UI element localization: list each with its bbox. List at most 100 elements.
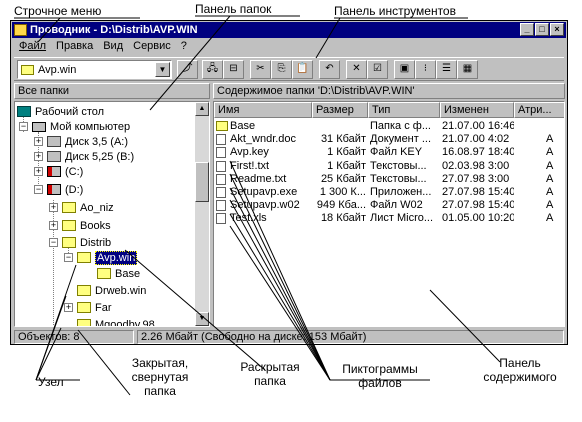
tree-item-ao-niz[interactable]: Ao_niz [62, 200, 114, 215]
tree-item-mgoodby[interactable]: Mgoodby.98 [77, 317, 155, 326]
explorer-icon [14, 24, 27, 36]
delete-button[interactable]: ✕ [346, 60, 367, 79]
cell-name: Readme.txt [230, 172, 287, 185]
hard-drive-icon [47, 184, 61, 195]
scroll-down-arrow-icon[interactable]: ▼ [195, 312, 209, 326]
list-view-button[interactable]: ☰ [436, 60, 457, 79]
undo-button[interactable]: ↶ [319, 60, 340, 79]
menu-bar: Файл Правка Вид Сервис ? [14, 40, 192, 55]
tree-item-drive-a[interactable]: Диск 3,5 (A:) [47, 134, 128, 149]
tree-item-drweb[interactable]: Drweb.win [77, 283, 146, 298]
tree-expand-toggle[interactable]: + [64, 303, 73, 312]
tree-collapse-toggle[interactable]: − [34, 185, 43, 194]
status-bar: Объектов: 8 2.26 Мбайт (Свободно на диск… [14, 330, 564, 344]
cell-size: 31 Кбайт [320, 133, 366, 146]
tree-item-drive-b[interactable]: Диск 5,25 (B:) [47, 149, 134, 164]
cell-modified: 27.07.98 15:40 [442, 186, 514, 198]
minimize-button[interactable]: _ [520, 23, 534, 36]
file-row[interactable]: Test.xls 18 Кбайт Лист Micro... 01.05.00 10… [214, 212, 564, 225]
cell-name: Setupavp.w02 [230, 199, 300, 212]
column-size[interactable]: Размер [312, 102, 368, 118]
large-icons-button[interactable]: ▣ [394, 60, 415, 79]
maximize-button[interactable]: □ [535, 23, 549, 36]
cut-button[interactable]: ✂ [250, 60, 271, 79]
menu-view[interactable]: Вид [98, 40, 128, 55]
file-row[interactable]: First!.txt 1 Кбайт Текстовы... 02.03.98 3:0… [214, 159, 564, 173]
properties-button[interactable]: ☑ [367, 60, 388, 79]
cell-attr: A [546, 172, 554, 185]
tree-scrollbar[interactable]: ▲ ▼ [195, 102, 209, 326]
file-row[interactable]: Base Папка с ф... 21.07.00 16:46 [214, 120, 564, 133]
callout-closed-folder: Закрытая, свернутая папка [131, 356, 189, 398]
column-modified[interactable]: Изменен [440, 102, 514, 118]
tree-item-desktop[interactable]: Рабочий стол [17, 104, 104, 119]
status-objects: Объектов: 8 [14, 330, 134, 344]
callout-menu: Строчное меню [14, 4, 102, 18]
file-icon [216, 134, 226, 146]
tree-item-distrib[interactable]: Distrib [62, 235, 111, 250]
tree-collapse-toggle[interactable]: − [64, 253, 73, 262]
disconnect-drive-button[interactable]: ⊟ [223, 60, 244, 79]
window-title: Проводник - D:\Distrib\AVP.WIN [30, 24, 198, 36]
scroll-thumb[interactable] [195, 162, 209, 202]
folder-icon [21, 64, 34, 75]
cell-name: Akt_wndr.doc [230, 133, 297, 146]
tree-item-drive-c[interactable]: (C:) [47, 164, 83, 179]
tree-item-drive-d[interactable]: (D:) [47, 182, 83, 197]
chevron-down-icon[interactable]: ▼ [155, 62, 170, 77]
menu-help[interactable]: ? [176, 40, 192, 55]
paste-button[interactable]: 📋 [292, 60, 313, 79]
tree-expand-toggle[interactable]: + [49, 221, 58, 230]
cell-attr: A [546, 186, 554, 198]
file-row[interactable]: Readme.txt 25 Кбайт Текстовы... 27.07.98 3:… [214, 172, 564, 186]
file-icon [216, 160, 226, 172]
column-type[interactable]: Тип [368, 102, 440, 118]
tree-collapse-toggle[interactable]: − [49, 238, 58, 247]
cell-name: Avp.key [230, 146, 269, 159]
tree-item-books[interactable]: Books [62, 218, 111, 233]
file-row[interactable]: Akt_wndr.doc 31 Кбайт Документ ... 21.07.00… [214, 133, 564, 146]
menu-tools[interactable]: Сервис [128, 40, 176, 55]
cell-size: 18 Кбайт [320, 212, 366, 225]
title-bar[interactable]: Проводник - D:\Distrib\AVP.WIN _ □ × [12, 22, 566, 38]
cell-type: Лист Micro... [370, 212, 434, 225]
tree-item-base[interactable]: Base [97, 266, 140, 281]
cell-attr: A [546, 159, 554, 172]
cell-modified: 01.05.00 10:20 [442, 212, 514, 225]
floppy-icon [47, 136, 61, 147]
tree-item-far[interactable]: Far [77, 300, 112, 315]
close-button[interactable]: × [550, 23, 564, 36]
tree-expand-toggle[interactable]: + [34, 137, 43, 146]
file-row[interactable]: Setupavp.w02 949 Кба... Файл W02 27.07.98 1… [214, 199, 564, 212]
menu-file[interactable]: Файл [14, 40, 51, 55]
file-row[interactable]: Avp.key 1 Кбайт Файл KEY 16.08.97 18:40 A [214, 146, 564, 159]
menu-edit[interactable]: Правка [51, 40, 98, 55]
cell-name: Setupavp.exe [230, 186, 298, 198]
cell-name: Base [230, 120, 256, 132]
tree-item-my-computer[interactable]: Мой компьютер [32, 119, 130, 134]
explorer-window: Проводник - D:\Distrib\AVP.WIN _ □ × Фай… [10, 20, 568, 345]
contents-header: Содержимое папки 'D:\Distrib\AVP.WIN' [213, 83, 565, 99]
scroll-up-arrow-icon[interactable]: ▲ [195, 102, 209, 116]
cell-modified: 16.08.97 18:40 [442, 146, 514, 159]
computer-icon [32, 121, 46, 132]
address-combo[interactable]: Avp.win ▼ [17, 60, 172, 79]
map-drive-button[interactable]: 🖧 [202, 60, 223, 79]
tree-expand-toggle[interactable]: + [49, 203, 58, 212]
callout-toolbar-panel: Панель инструментов [334, 4, 456, 18]
copy-button[interactable]: ⎘ [271, 60, 292, 79]
column-name[interactable]: Имя [214, 102, 312, 118]
tree-expand-toggle[interactable]: + [34, 152, 43, 161]
tree-expand-toggle[interactable]: + [34, 167, 43, 176]
tree-item-avp-win[interactable]: Avp.win [77, 250, 138, 265]
tree-collapse-toggle[interactable]: − [19, 122, 28, 131]
small-icons-button[interactable]: ⁝ [415, 60, 436, 79]
details-view-button[interactable]: ▦ [457, 60, 478, 79]
file-row[interactable]: Setupavp.exe 1 300 К... Приложен... 27.07.9… [214, 186, 564, 199]
content-pane[interactable]: Имя Размер Тип Изменен Атри... Base Папка… [213, 101, 565, 327]
cell-modified: 21.07.00 16:46 [442, 120, 514, 132]
column-attributes[interactable]: Атри... [514, 102, 564, 118]
up-folder-button[interactable]: ⤴ [177, 60, 198, 79]
folder-icon [97, 268, 111, 279]
folder-tree[interactable]: Рабочий стол − Мой компьютер + Диск 3,5 … [14, 101, 210, 327]
